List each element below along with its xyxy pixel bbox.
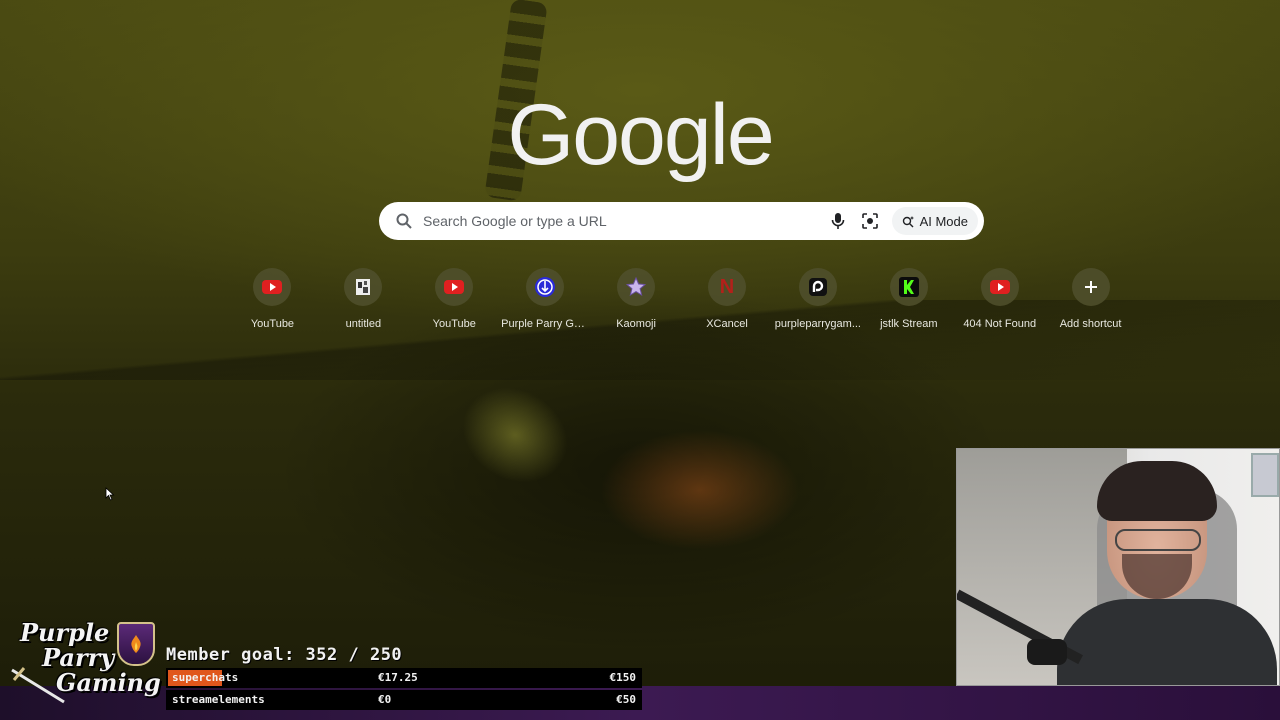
shortcut-purple-parry[interactable]: Purple Parry Ga... <box>500 268 591 330</box>
shield-icon <box>117 622 155 666</box>
goal-row-superchats: superchats €17.25 €150 <box>166 668 642 688</box>
shortcut-label: Purple Parry Ga... <box>501 318 590 330</box>
goal-row-streamelements: streamelements €0 €50 <box>166 690 642 710</box>
goal-target: €50 <box>616 693 636 706</box>
goal-current: €17.25 <box>378 671 418 684</box>
background-figure-hand <box>444 368 586 502</box>
shortcut-label: YouTube <box>250 318 295 330</box>
voice-search-icon[interactable] <box>824 207 852 235</box>
shortcut-404-not-found[interactable]: 404 Not Found <box>954 268 1045 330</box>
document-icon <box>356 279 371 295</box>
shortcut-label: Add shortcut <box>1059 318 1122 330</box>
goal-target: €150 <box>609 671 637 684</box>
star-icon <box>626 277 647 297</box>
shortcut-kaomoji[interactable]: Kaomoji <box>591 268 682 330</box>
shortcut-label: 404 Not Found <box>963 318 1037 330</box>
search-icon <box>395 212 413 230</box>
shortcut-xcancel[interactable]: N XCancel <box>682 268 773 330</box>
webcam-feed <box>956 448 1280 686</box>
shortcut-add[interactable]: Add shortcut <box>1045 268 1136 330</box>
ai-mode-label: AI Mode <box>919 213 968 229</box>
youtube-icon <box>989 280 1010 294</box>
patreon-icon <box>808 278 827 296</box>
shortcut-purpleparrygaming[interactable]: purpleparrygam... <box>772 268 863 330</box>
youtube-icon <box>262 280 283 294</box>
shortcut-youtube[interactable]: YouTube <box>227 268 318 330</box>
purple-parry-icon <box>535 277 556 297</box>
plus-icon <box>1084 281 1097 293</box>
sword-icon <box>11 667 65 704</box>
google-logo: Google <box>0 86 1280 185</box>
shortcuts-row: YouTube untitled YouTube Purple Parry Ga… <box>227 268 1136 330</box>
shortcut-label: XCancel <box>706 318 748 330</box>
goal-name: streamelements <box>172 693 265 706</box>
goal-current: €0 <box>378 693 392 706</box>
shortcut-untitled[interactable]: untitled <box>318 268 409 330</box>
goal-name: superchats <box>172 671 239 684</box>
mouse-cursor-icon <box>105 487 115 501</box>
search-input[interactable] <box>421 212 824 230</box>
shortcut-youtube-2[interactable]: YouTube <box>409 268 500 330</box>
shortcut-label: YouTube <box>432 318 476 330</box>
lens-search-icon[interactable] <box>856 207 884 235</box>
shortcut-label: purpleparrygam... <box>774 318 861 330</box>
kick-icon <box>898 277 919 297</box>
youtube-icon <box>444 280 465 294</box>
purple-parry-gaming-logo: Purple Parry Gaming <box>4 616 164 716</box>
netflix-n-icon: N <box>719 275 735 298</box>
ai-mode-search-icon <box>902 215 914 227</box>
shortcut-label: jstlk Stream <box>880 318 938 330</box>
shortcut-jstlk-stream[interactable]: jstlk Stream <box>863 268 954 330</box>
shortcut-label: untitled <box>345 318 382 330</box>
ai-mode-button[interactable]: AI Mode <box>891 207 978 235</box>
search-box[interactable]: AI Mode <box>379 202 984 240</box>
google-logo-text: Google <box>507 87 774 183</box>
background-figure-light <box>600 430 800 550</box>
shortcut-label: Kaomoji <box>616 318 656 330</box>
member-goal-text: Member goal: 352 / 250 <box>166 645 403 665</box>
